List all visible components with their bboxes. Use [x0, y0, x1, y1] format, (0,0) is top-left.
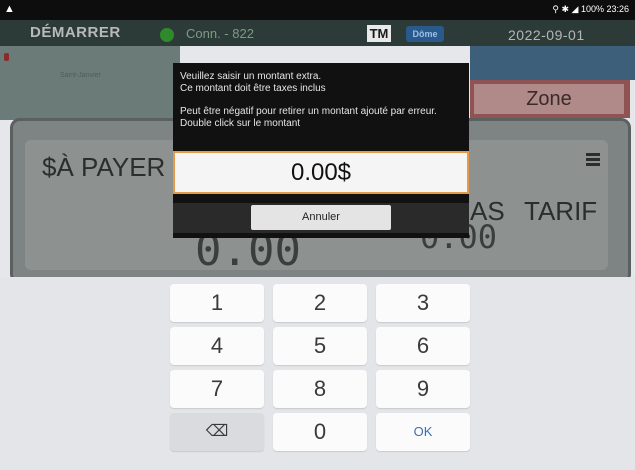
dome-badge[interactable]: Dôme: [406, 26, 444, 42]
header-date: 2022-09-01: [508, 27, 585, 43]
key-1[interactable]: 1: [170, 284, 264, 322]
menu-icon[interactable]: [586, 153, 600, 167]
key-3[interactable]: 3: [376, 284, 470, 322]
tarif-label: TARIF: [524, 196, 598, 226]
status-bar: ▲ ⚲ ✱ ◢ 100% 23:26: [0, 0, 635, 20]
connection-label: Conn. - 822: [186, 26, 254, 41]
key-9[interactable]: 9: [376, 370, 470, 408]
key-0[interactable]: 0: [273, 413, 367, 451]
signal-icon: ◢: [571, 4, 579, 14]
map-label: Saint-Janvier: [60, 72, 101, 79]
map-pin-icon: [4, 53, 9, 61]
tm-badge[interactable]: TM: [367, 25, 391, 42]
key-4[interactable]: 4: [170, 327, 264, 365]
map-view[interactable]: [0, 46, 180, 120]
key-7[interactable]: 7: [170, 370, 264, 408]
cancel-button[interactable]: Annuler: [251, 205, 391, 230]
location-icon: ⚲: [552, 4, 559, 14]
start-button[interactable]: DÉMARRER: [30, 24, 121, 41]
amount-input[interactable]: 0.00$: [173, 151, 469, 194]
dialog-line-2: Ce montant doit être taxes inclus: [180, 83, 326, 94]
zone-button[interactable]: Zone: [474, 84, 624, 114]
key-5[interactable]: 5: [273, 327, 367, 365]
ok-key[interactable]: OK: [376, 413, 470, 451]
warning-icon: ▲: [4, 3, 15, 15]
numeric-keypad: 1 2 3 4 5 6 7 8 9 ⌫ 0 OK: [0, 277, 635, 470]
key-2[interactable]: 2: [273, 284, 367, 322]
connection-status-icon: [160, 28, 174, 42]
amount-due-label: $À PAYER: [42, 152, 166, 182]
key-6[interactable]: 6: [376, 327, 470, 365]
battery-time-text: 100% 23:26: [580, 4, 629, 14]
info-panel: [470, 46, 635, 80]
key-8[interactable]: 8: [273, 370, 367, 408]
backspace-icon[interactable]: ⌫: [170, 413, 264, 451]
bluetooth-icon: ✱: [561, 4, 569, 14]
dialog-line-3: Peut être négatif pour retirer un montan…: [180, 106, 437, 129]
dialog-message: Veuillez saisir un montant extra. Ce mon…: [180, 71, 460, 130]
dialog-line-1: Veuillez saisir un montant extra.: [180, 71, 322, 82]
status-indicators: ⚲ ✱ ◢ 100% 23:26: [552, 4, 629, 15]
